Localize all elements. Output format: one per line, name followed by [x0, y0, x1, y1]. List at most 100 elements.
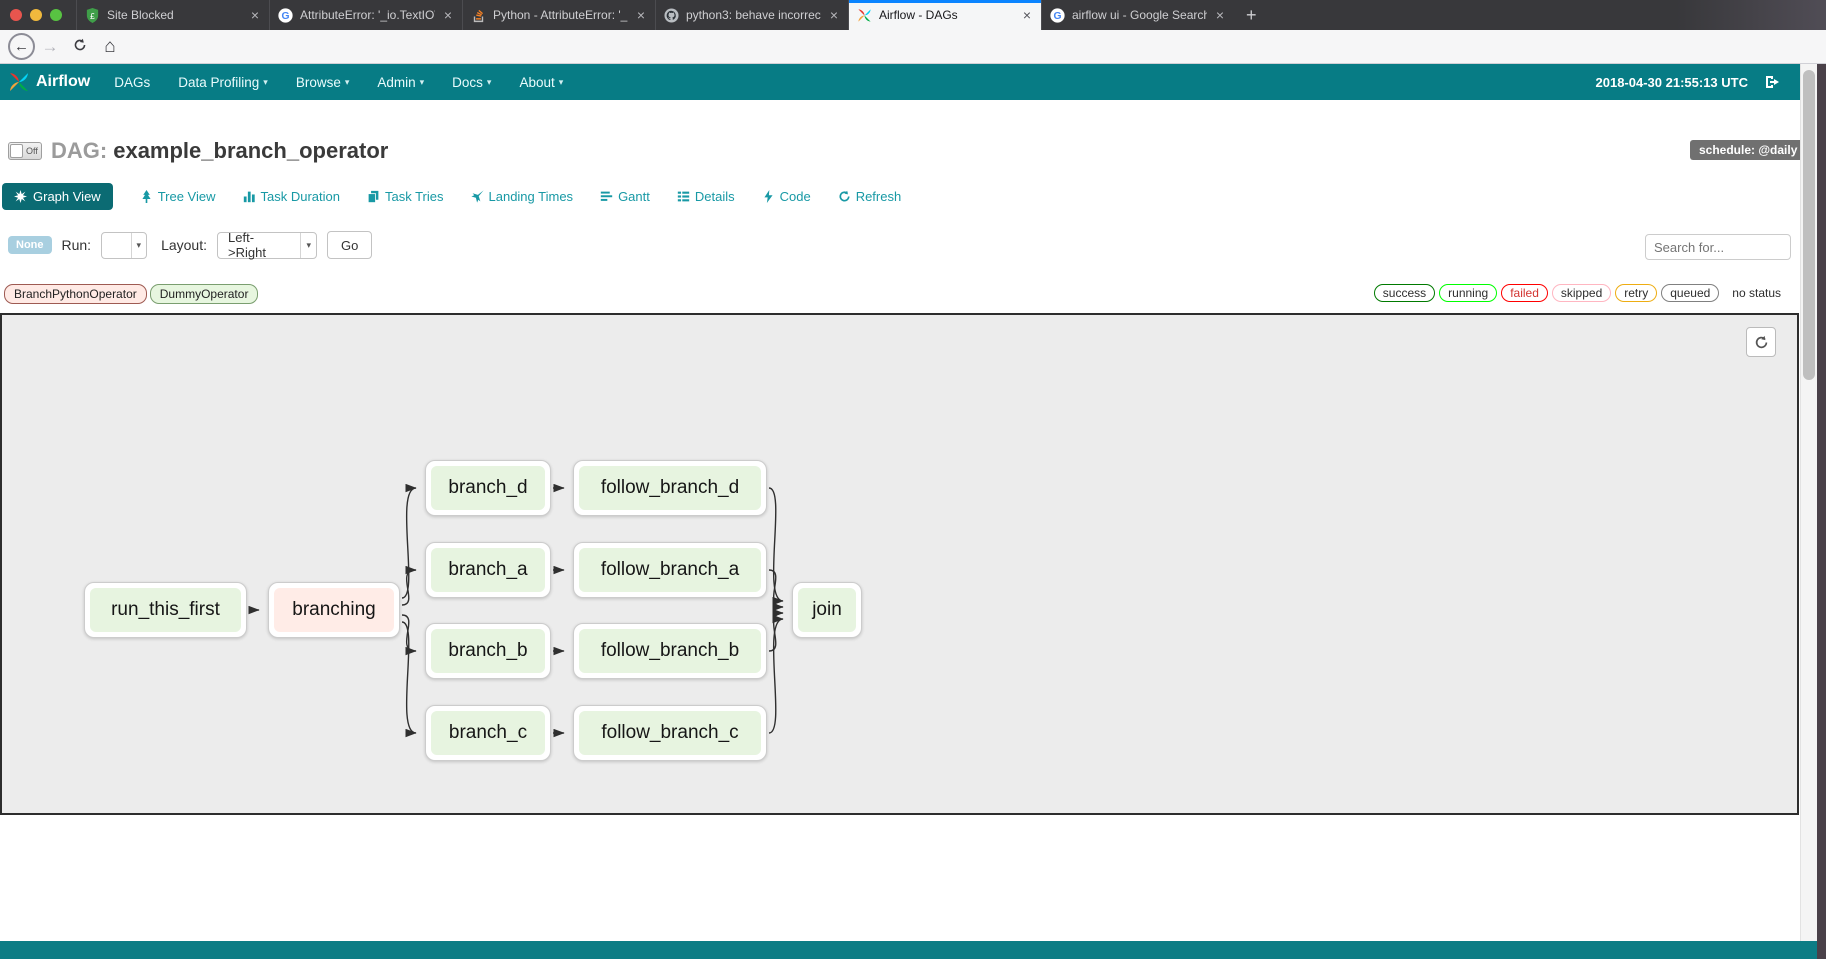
task-label: join	[798, 588, 856, 632]
view-tab-label: Code	[780, 189, 811, 204]
browser-tab[interactable]: £ Site Blocked ×	[76, 0, 269, 30]
browser-tab[interactable]: Gairflow ui - Google Search ×	[1041, 0, 1234, 30]
navbar-right: 2018-04-30 21:55:13 UTC	[1596, 74, 1826, 90]
task-label: branch_d	[431, 466, 545, 510]
view-tab-landing-times[interactable]: Landing Times	[471, 189, 574, 204]
graph-node-follow_branch_c[interactable]: follow_branch_c	[573, 705, 767, 761]
tab-title: airflow ui - Google Search	[1072, 8, 1207, 22]
graph-canvas	[0, 313, 1799, 815]
navbar-item-label: Browse	[296, 75, 341, 90]
view-tabs: Graph View Tree View Task Duration Task Tri…	[2, 182, 901, 210]
graph-node-join[interactable]: join	[792, 582, 862, 638]
logout-icon[interactable]	[1764, 74, 1780, 90]
bolt-icon	[762, 190, 775, 203]
brand-label: Airflow	[36, 73, 90, 91]
graph-node-run_this_first[interactable]: run_this_first	[84, 582, 247, 638]
chevron-down-icon: ▾	[131, 233, 147, 258]
task-label: branch_b	[431, 629, 545, 673]
graph-node-branch_b[interactable]: branch_b	[425, 623, 551, 679]
tab-strip: £ Site Blocked × G AttributeError: '_io.Text…	[76, 0, 1234, 30]
zoom-window-icon[interactable]	[50, 9, 62, 21]
navbar-item-dags[interactable]: DAGs	[100, 64, 164, 100]
dag-header: Off DAG:example_branch_operator	[8, 138, 388, 164]
task-search-input[interactable]	[1645, 234, 1791, 260]
scrollbar-thumb[interactable]	[1803, 70, 1815, 380]
task-label: branch_c	[431, 711, 545, 755]
run-label: Run:	[62, 237, 92, 253]
airflow-navbar: Airflow DAGsData Profiling▾Browse▾Admin▾…	[0, 64, 1826, 100]
close-icon[interactable]: ×	[1214, 8, 1226, 22]
status-legend-success: success	[1374, 284, 1435, 302]
tabbar-corner-glow	[1676, 0, 1826, 30]
task-label: follow_branch_d	[579, 466, 761, 510]
reload-button[interactable]	[65, 37, 95, 57]
view-tab-details[interactable]: Details	[677, 189, 735, 204]
close-icon[interactable]: ×	[442, 8, 454, 22]
minimize-window-icon[interactable]	[30, 9, 42, 21]
page-scrollbar[interactable]	[1800, 64, 1817, 941]
navbar-item-browse[interactable]: Browse ▾	[282, 64, 364, 100]
graph-node-branching[interactable]: branching	[268, 582, 400, 638]
home-button[interactable]: ⌂	[95, 36, 125, 58]
copy-icon	[367, 190, 380, 203]
view-tab-tree-view[interactable]: Tree View	[140, 189, 216, 204]
navbar-item-label: DAGs	[114, 75, 150, 90]
close-window-icon[interactable]	[10, 9, 22, 21]
browser-tab[interactable]: Airflow - DAGs×	[848, 0, 1041, 30]
tab-title: python3: behave incorrectly mo	[686, 8, 821, 22]
browser-tab[interactable]: python3: behave incorrectly mo ×	[655, 0, 848, 30]
dag-pause-toggle[interactable]: Off	[8, 142, 42, 160]
graph-node-branch_d[interactable]: branch_d	[425, 460, 551, 516]
view-tab-task-tries[interactable]: Task Tries	[367, 189, 444, 204]
close-icon[interactable]: ×	[1021, 8, 1033, 22]
operator-legend-pill: DummyOperator	[150, 284, 259, 304]
chevron-down-icon: ▾	[420, 77, 425, 88]
graph-node-follow_branch_d[interactable]: follow_branch_d	[573, 460, 767, 516]
navbar-item-docs[interactable]: Docs ▾	[438, 64, 505, 100]
graph-node-follow_branch_a[interactable]: follow_branch_a	[573, 542, 767, 598]
view-tab-label: Gantt	[618, 189, 650, 204]
refresh-icon	[1754, 335, 1769, 350]
view-tab-task-duration[interactable]: Task Duration	[243, 189, 340, 204]
chevron-down-icon: ▾	[559, 77, 564, 88]
view-tab-gantt[interactable]: Gantt	[600, 189, 650, 204]
graph-node-follow_branch_b[interactable]: follow_branch_b	[573, 623, 767, 679]
status-legend: successrunningfailedskippedretryqueuedno…	[1526, 284, 1790, 302]
back-button[interactable]: ←	[8, 33, 35, 60]
navbar-item-label: Docs	[452, 75, 483, 90]
navbar-item-data-profiling[interactable]: Data Profiling▾	[164, 64, 282, 100]
navbar-item-about[interactable]: About ▾	[505, 64, 577, 100]
close-icon[interactable]: ×	[635, 8, 647, 22]
navbar-item-label: About	[519, 75, 554, 90]
refresh-icon	[838, 190, 851, 203]
canvas-refresh-button[interactable]	[1746, 327, 1776, 357]
forward-button[interactable]: →	[35, 37, 65, 57]
view-tab-label: Tree View	[158, 189, 216, 204]
tab-title: AttributeError: '_io.TextIOWrapp	[300, 8, 435, 22]
airflow-logo-icon	[8, 71, 30, 93]
chevron-down-icon: ▾	[487, 77, 492, 88]
view-tab-label: Task Tries	[385, 189, 444, 204]
graph-node-branch_a[interactable]: branch_a	[425, 542, 551, 598]
schedule-badge: schedule: @daily	[1690, 140, 1806, 160]
footer-strip	[0, 941, 1826, 959]
layout-select[interactable]: Left->Right▾	[217, 232, 317, 259]
svg-text:G: G	[1053, 11, 1061, 22]
browser-tab[interactable]: Python - AttributeError: '_io.Te×	[462, 0, 655, 30]
navbar-item-admin[interactable]: Admin▾	[363, 64, 438, 100]
go-button[interactable]: Go	[327, 231, 372, 259]
view-tab-refresh[interactable]: Refresh	[838, 189, 902, 204]
airflow-brand[interactable]: Airflow	[0, 71, 100, 93]
new-tab-button[interactable]: +	[1234, 0, 1269, 30]
run-select[interactable]: ▾	[101, 232, 147, 259]
chevron-down-icon: ▾	[345, 77, 350, 88]
close-icon[interactable]: ×	[828, 8, 840, 22]
task-label: follow_branch_c	[579, 711, 761, 755]
shield-icon: £	[85, 8, 100, 23]
graph-node-branch_c[interactable]: branch_c	[425, 705, 551, 761]
view-tab-code[interactable]: Code	[762, 189, 811, 204]
close-icon[interactable]: ×	[249, 8, 261, 22]
view-tab-graph-view[interactable]: Graph View	[2, 183, 113, 210]
browser-tab[interactable]: GAttributeError: '_io.TextIOWrapp×	[269, 0, 462, 30]
tab-title: Site Blocked	[107, 8, 242, 22]
